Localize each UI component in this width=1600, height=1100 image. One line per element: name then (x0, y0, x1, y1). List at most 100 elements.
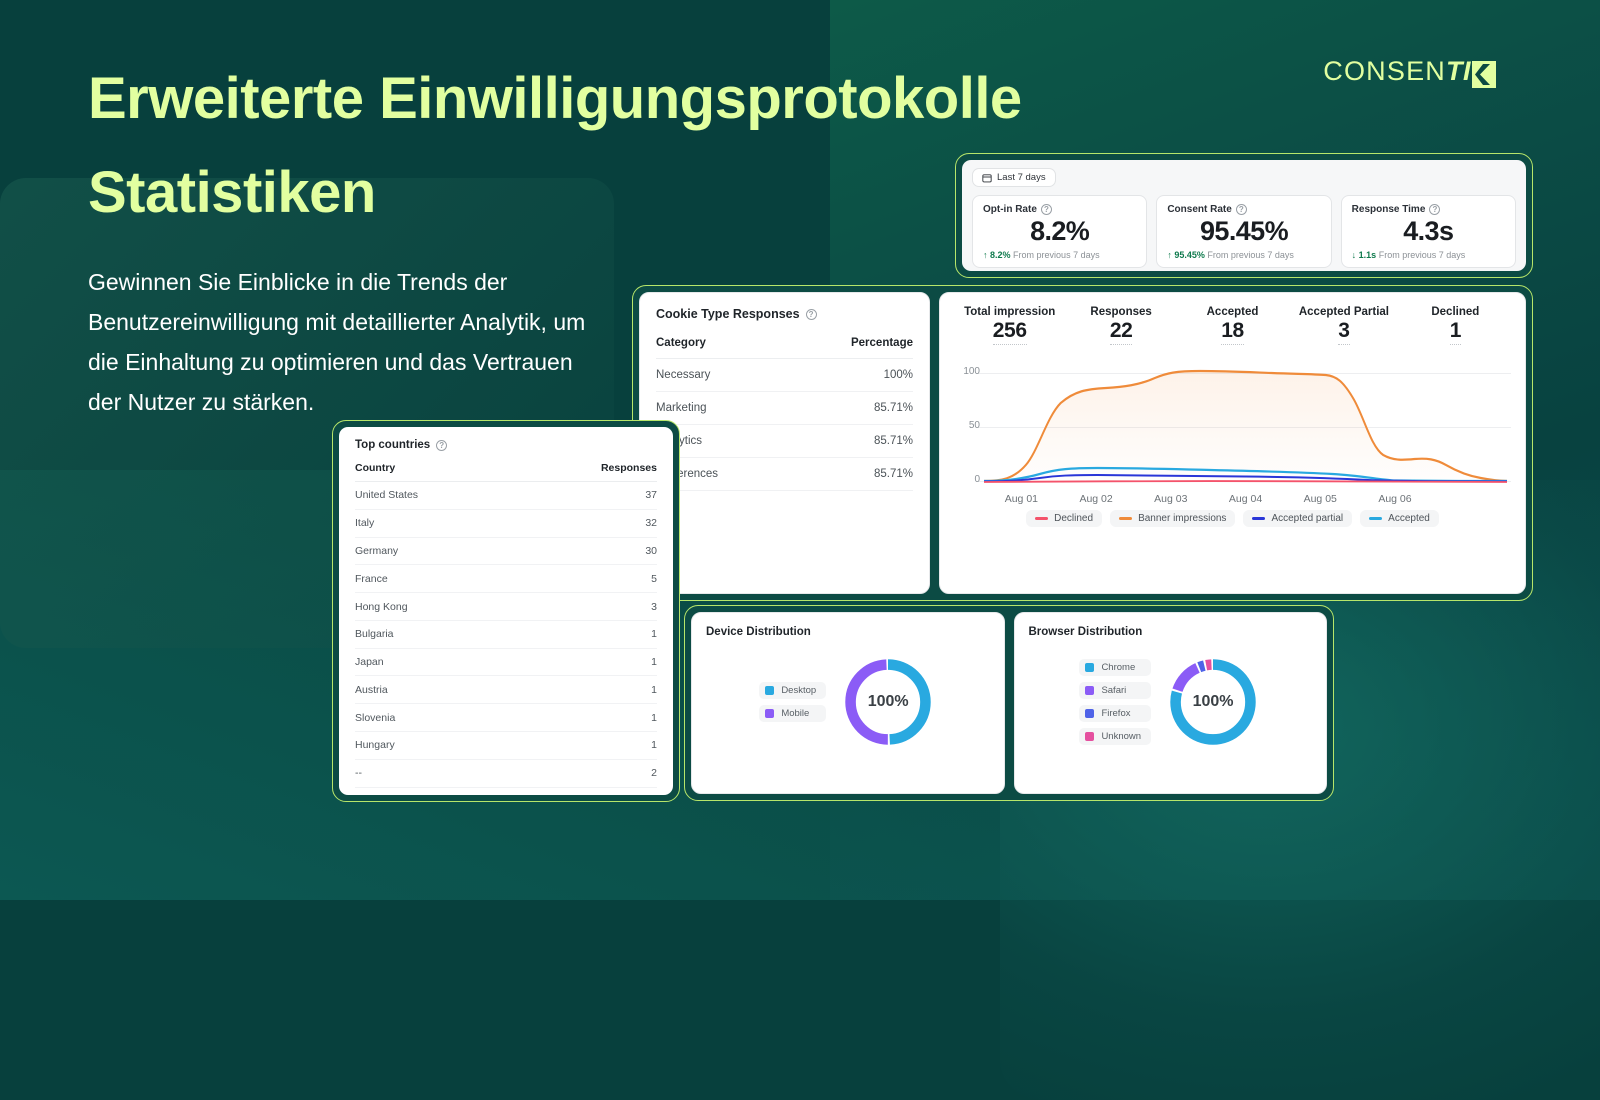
legend-item-unknown[interactable]: Unknown (1079, 728, 1152, 745)
legend-swatch-icon (1085, 732, 1095, 741)
legend-swatch-icon (1085, 663, 1095, 672)
kpi-delta: ↑ 8.2% From previous 7 days (983, 250, 1136, 260)
legend-swatch-icon (1085, 686, 1095, 695)
legend-item-chrome[interactable]: Chrome (1079, 659, 1152, 676)
consent-trend-chart-card: Total impression 256 Responses 22 Accept… (939, 292, 1526, 594)
legend-item-banner-impressions[interactable]: Banner impressions (1110, 510, 1236, 527)
legend-swatch-icon (1369, 517, 1383, 520)
chart-plot-area (984, 355, 1507, 483)
kpi-delta-value: 1.1s (1358, 249, 1377, 260)
legend-label: Safari (1101, 685, 1127, 696)
legend-item-accepted[interactable]: Accepted (1360, 510, 1439, 527)
kpi-panel: Last 7 days Opt-in Rate ? 8.2% ↑ 8.2% Fr… (955, 153, 1533, 278)
cell-country: France (355, 564, 515, 594)
kpi-value: 4.3s (1403, 215, 1454, 246)
legend-item-declined[interactable]: Declined (1026, 510, 1103, 527)
kpi-label-text: Opt-in Rate (983, 203, 1037, 215)
logo-k-mark-icon (1472, 61, 1496, 88)
stat-accepted: Accepted 18 (1177, 306, 1288, 345)
column-header-country: Country (355, 460, 515, 482)
kpi-delta: ↑ 95.45% From previous 7 days (1167, 250, 1320, 260)
cell-responses: 1 (514, 648, 657, 677)
kpi-delta-note: From previous 7 days (1378, 249, 1466, 260)
table-row: Austria 1 (355, 675, 657, 705)
cell-country: United States (355, 481, 515, 510)
table-row: -- 2 (355, 759, 657, 788)
stat-label: Total impression (964, 306, 1056, 318)
series-area-banner-impressions (984, 371, 1507, 481)
legend-label: Firefox (1101, 708, 1131, 719)
cookie-type-title: Cookie Type Responses ? (656, 307, 913, 321)
distribution-panel-inner: Device Distribution Desktop Mobile 100% … (691, 612, 1327, 794)
y-tick-100: 100 (963, 366, 980, 377)
browser-distribution-card: Browser Distribution Chrome Safari Firef… (1013, 612, 1327, 794)
kpi-delta: ↓ 1.1s From previous 7 days (1352, 250, 1505, 260)
cell-responses: 2 (514, 759, 657, 788)
date-range-chip[interactable]: Last 7 days (972, 168, 1056, 187)
calendar-icon (982, 173, 992, 183)
legend-label: Unknown (1101, 731, 1142, 742)
cell-percentage: 85.71% (784, 391, 913, 425)
y-tick-50: 50 (968, 420, 980, 431)
x-tick: Aug 02 (1079, 493, 1113, 505)
kpi-value: 8.2% (1030, 215, 1090, 246)
top-countries-title-text: Top countries (355, 439, 431, 451)
legend-item-desktop[interactable]: Desktop (759, 682, 827, 699)
stat-accepted-partial: Accepted Partial 3 (1288, 306, 1399, 345)
kpi-card-consent-rate[interactable]: Consent Rate ? 95.45% ↑ 95.45% From prev… (1156, 194, 1332, 268)
legend-label: Declined (1054, 513, 1094, 524)
stat-label: Responses (1090, 306, 1152, 318)
kpi-delta-value: 8.2% (990, 249, 1011, 260)
logo-text-consen: CONSEN (1323, 56, 1446, 86)
cell-category: Necessary (656, 358, 785, 392)
kpi-card-response-time[interactable]: Response Time ? 4.3s ↓ 1.1s From previou… (1340, 194, 1516, 268)
help-icon[interactable]: ? (805, 308, 817, 320)
x-tick: Aug 03 (1154, 493, 1188, 505)
browser-donut-chart: 100% (1165, 654, 1261, 750)
help-icon[interactable]: ? (1429, 203, 1441, 215)
table-row: Germany 30 (355, 537, 657, 566)
kpi-label: Response Time ? (1351, 203, 1505, 215)
table-row: Slovenia 1 (355, 703, 657, 733)
table-row: Preferences 85.71% (656, 457, 913, 491)
summary-stats-row: Total impression 256 Responses 22 Accept… (954, 306, 1511, 345)
legend-item-safari[interactable]: Safari (1079, 682, 1152, 699)
help-icon[interactable]: ? (1235, 203, 1247, 215)
device-donut-center-label: 100% (867, 693, 909, 710)
legend-label: Mobile (781, 708, 810, 719)
table-row: Analytics 85.71% (656, 424, 913, 458)
kpi-delta-note: From previous 7 days (1207, 249, 1294, 260)
stat-declined: Declined 1 (1400, 306, 1511, 345)
cell-category: Marketing (656, 391, 785, 425)
cell-country: Italy (355, 509, 515, 538)
kpi-label-text: Response Time (1351, 203, 1426, 215)
table-header-row: Country Responses (355, 460, 657, 482)
analytics-panel-inner: Cookie Type Responses ? Category Percent… (639, 292, 1526, 594)
date-range-label: Last 7 days (997, 172, 1046, 183)
kpi-card-row: Opt-in Rate ? 8.2% ↑ 8.2% From previous … (972, 194, 1516, 268)
kpi-card-opt-in-rate[interactable]: Opt-in Rate ? 8.2% ↑ 8.2% From previous … (972, 194, 1148, 268)
cell-percentage: 85.71% (784, 424, 913, 458)
legend-label: Chrome (1101, 662, 1136, 673)
table-row: Hungary 1 (355, 731, 657, 760)
kpi-label: Opt-in Rate ? (983, 203, 1136, 215)
legend-item-mobile[interactable]: Mobile (759, 705, 827, 722)
stat-total-impression: Total impression 256 (954, 306, 1065, 345)
top-countries-panel: Top countries ? Country Responses United… (332, 420, 680, 802)
legend-item-firefox[interactable]: Firefox (1079, 705, 1152, 722)
cell-responses: 1 (514, 731, 657, 760)
distribution-panel: Device Distribution Desktop Mobile 100% … (684, 605, 1334, 801)
legend-item-accepted-partial[interactable]: Accepted partial (1243, 510, 1353, 527)
stat-value: 22 (1109, 319, 1133, 345)
stat-responses: Responses 22 (1065, 306, 1176, 345)
cell-responses: 3 (514, 592, 657, 621)
device-donut-chart: 100% (840, 654, 936, 750)
help-icon[interactable]: ? (436, 439, 448, 451)
browser-distribution-title: Browser Distribution (1028, 626, 1143, 638)
table-row: Italy 32 (355, 509, 657, 538)
table-row: Marketing 85.71% (656, 391, 913, 425)
help-icon[interactable]: ? (1040, 203, 1052, 215)
legend-swatch-icon (1119, 517, 1133, 520)
cell-country: Hong Kong (355, 592, 515, 621)
stat-label: Declined (1431, 306, 1480, 318)
